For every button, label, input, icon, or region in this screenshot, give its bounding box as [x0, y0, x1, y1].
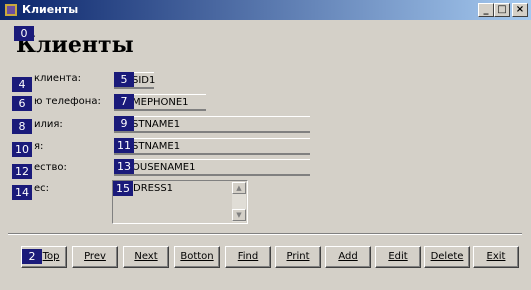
maximize-button[interactable]: □ [494, 3, 510, 17]
form-body: 0 Клиенты 4 клиента: 5 SID1 6 ю телефона… [0, 20, 531, 290]
edit-button-label: Edit [388, 251, 408, 262]
scroll-down-icon[interactable]: ▼ [232, 209, 246, 221]
button-tag: 2 [22, 249, 42, 264]
phone-label: ю телефона: [34, 96, 101, 107]
field-tag: 15 [113, 181, 133, 196]
window-title: Клиенты [22, 3, 79, 16]
heading-tag: 0 [14, 26, 34, 41]
next-button[interactable]: Next [123, 246, 169, 268]
print-button-label: Print [286, 251, 310, 262]
field-tag: 5 [114, 72, 134, 87]
divider [8, 233, 522, 235]
delete-button[interactable]: Delete [424, 246, 470, 268]
prev-button[interactable]: Prev [72, 246, 118, 268]
field-tag: 12 [12, 164, 32, 179]
address-value: DRESS1 [133, 183, 174, 194]
field-tag: 9 [114, 116, 134, 131]
first-name-field[interactable]: STNAME1 [114, 138, 310, 155]
field-tag: 11 [114, 138, 134, 153]
field-tag: 7 [114, 94, 134, 109]
title-bar[interactable]: Клиенты _ □ × [0, 0, 531, 20]
app-icon [5, 4, 17, 16]
first-name-label: я: [34, 141, 44, 152]
field-tag: 13 [114, 159, 134, 174]
print-button[interactable]: Print [275, 246, 321, 268]
prev-button-label: Prev [84, 251, 106, 262]
bottom-button[interactable]: Botton [174, 246, 220, 268]
field-tag: 10 [12, 142, 32, 157]
patronymic-label: ество: [34, 162, 67, 173]
next-button-label: Next [134, 251, 158, 262]
address-memo[interactable]: 15 DRESS1 ▲ ▼ [112, 180, 248, 224]
top-button[interactable]: 2 Top [21, 246, 67, 268]
minimize-button[interactable]: _ [478, 3, 494, 17]
find-button[interactable]: Find [225, 246, 271, 268]
patronymic-field[interactable]: OUSENAME1 [114, 159, 310, 176]
client-id-label: клиента: [34, 73, 81, 84]
delete-button-label: Delete [430, 251, 464, 262]
field-tag: 8 [12, 119, 32, 134]
add-button-label: Add [338, 251, 358, 262]
field-tag: 4 [12, 77, 32, 92]
exit-button-label: Exit [486, 251, 506, 262]
add-button[interactable]: Add [325, 246, 371, 268]
memo-scrollbar[interactable]: ▲ ▼ [232, 182, 246, 222]
bottom-button-label: Botton [180, 251, 214, 262]
field-tag: 14 [12, 185, 32, 200]
edit-button[interactable]: Edit [375, 246, 421, 268]
address-label: ес: [34, 183, 50, 194]
exit-button[interactable]: Exit [473, 246, 519, 268]
close-button[interactable]: × [512, 3, 528, 17]
scroll-up-icon[interactable]: ▲ [232, 182, 246, 194]
field-tag: 6 [12, 96, 32, 111]
find-button-label: Find [237, 251, 259, 262]
last-name-label: илия: [34, 119, 63, 130]
last-name-field[interactable]: STNAME1 [114, 116, 310, 133]
